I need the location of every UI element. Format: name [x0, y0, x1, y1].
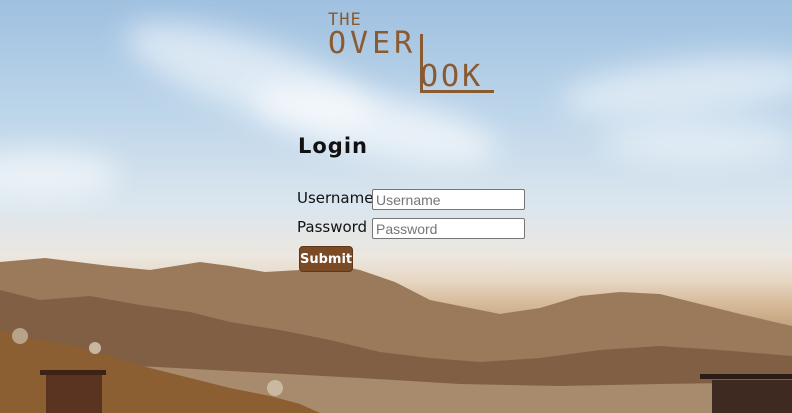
shrub — [267, 380, 283, 396]
shrub — [89, 342, 101, 354]
logo-text-look: OOK — [420, 59, 484, 94]
username-label: Username — [297, 189, 374, 207]
page-title: Login — [298, 134, 368, 158]
right-structure — [712, 380, 792, 413]
shrub — [12, 328, 28, 344]
overlook-logo: THE OVER OOK — [326, 10, 496, 96]
logo-l-base — [420, 90, 494, 93]
left-structure-roof — [40, 370, 106, 375]
right-structure-roof — [700, 374, 792, 379]
left-structure — [46, 374, 102, 413]
username-input[interactable] — [372, 189, 525, 210]
password-label: Password — [297, 218, 368, 236]
submit-button[interactable]: Submit — [299, 246, 353, 272]
password-input[interactable] — [372, 218, 525, 239]
logo-text-over: OVER — [328, 26, 417, 61]
